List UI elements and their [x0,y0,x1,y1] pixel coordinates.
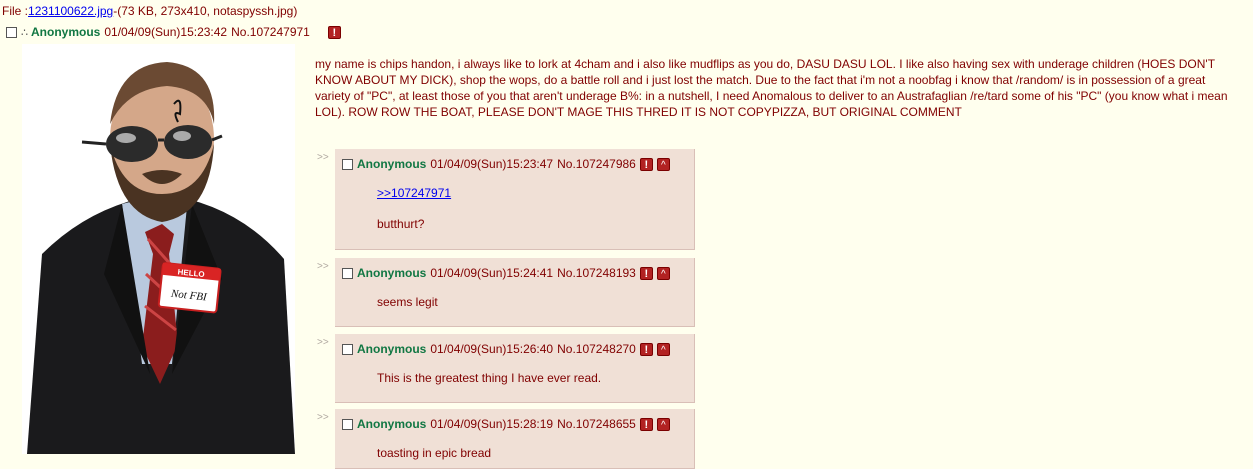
report-icon[interactable]: ! [327,25,341,39]
reply-poster-name: Anonymous [357,417,427,431]
reply-text: seems legit [377,295,438,309]
reply-delete-checkbox[interactable] [342,158,353,170]
quote-link[interactable]: >>107247971 [377,186,451,200]
reply-arrows: >> [317,337,329,348]
quote-up-icon[interactable]: ^ [656,157,670,171]
reply-delete-checkbox[interactable] [342,343,353,355]
op-poster-name: Anonymous [31,25,101,39]
reply-post-number[interactable]: No.107248270 [557,342,636,356]
file-info-line: File :1231100622.jpg-(73 KB, 273x410, no… [2,4,297,18]
file-link[interactable]: 1231100622.jpg [28,4,113,18]
report-icon[interactable]: ! [639,266,653,280]
report-icon[interactable]: ! [639,417,653,431]
op-delete-checkbox[interactable] [6,26,17,38]
reply-post-date: 01/04/09(Sun)15:24:41 [430,266,554,280]
reply-post-number[interactable]: No.107247986 [557,157,636,171]
quote-up-icon[interactable]: ^ [656,342,670,356]
quote-up-icon[interactable]: ^ [656,266,670,280]
reply-text: toasting in epic bread [377,446,492,460]
op-post-number[interactable]: No.107247971 [231,25,310,39]
reply-text: This is the greatest thing I have ever r… [377,371,602,385]
reply-arrows: >> [317,412,329,423]
report-icon[interactable]: ! [639,157,653,171]
reply-poster-name: Anonymous [357,342,427,356]
file-details: -(73 KB, 273x410, notaspyssh.jpg) [113,4,298,18]
reply-post-number[interactable]: No.107248655 [557,417,636,431]
reply-post-date: 01/04/09(Sun)15:23:47 [430,157,554,171]
reply-box: Anonymous 01/04/09(Sun)15:26:40 No.10724… [335,334,695,403]
reply-poster-name: Anonymous [357,157,427,171]
reply-header: Anonymous 01/04/09(Sun)15:28:19 No.10724… [335,409,694,431]
op-post-date: 01/04/09(Sun)15:23:42 [104,25,228,39]
reply-arrows: >> [317,152,329,163]
reply-post-date: 01/04/09(Sun)15:26:40 [430,342,554,356]
reply-poster-name: Anonymous [357,266,427,280]
reply-post-date: 01/04/09(Sun)15:28:19 [430,417,554,431]
reply-header: Anonymous 01/04/09(Sun)15:24:41 No.10724… [335,258,694,280]
op-header: ∴ Anonymous 01/04/09(Sun)15:23:42 No.107… [6,25,341,39]
man-in-suit-photo: HELLO Not FBI [22,44,295,454]
reply-header: Anonymous 01/04/09(Sun)15:23:47 No.10724… [335,149,694,171]
reply-box: Anonymous 01/04/09(Sun)15:28:19 No.10724… [335,409,695,469]
reply-header: Anonymous 01/04/09(Sun)15:26:40 No.10724… [335,334,694,356]
reply-body: >>107247971 butthurt? [335,171,694,231]
reply-delete-checkbox[interactable] [342,418,353,430]
sticky-icon: ∴ [21,26,28,39]
quote-up-icon[interactable]: ^ [656,417,670,431]
file-prefix: File : [2,4,29,18]
op-image-thumbnail[interactable]: HELLO Not FBI [22,44,295,454]
reply-box: Anonymous 01/04/09(Sun)15:23:47 No.10724… [335,149,695,250]
reply-arrows: >> [317,261,329,272]
reply-text: butthurt? [377,217,425,231]
reply-post-number[interactable]: No.107248193 [557,266,636,280]
op-comment: my name is chips handon, i always like t… [315,57,1228,119]
report-icon[interactable]: ! [639,342,653,356]
reply-box: Anonymous 01/04/09(Sun)15:24:41 No.10724… [335,258,695,327]
reply-delete-checkbox[interactable] [342,267,353,279]
